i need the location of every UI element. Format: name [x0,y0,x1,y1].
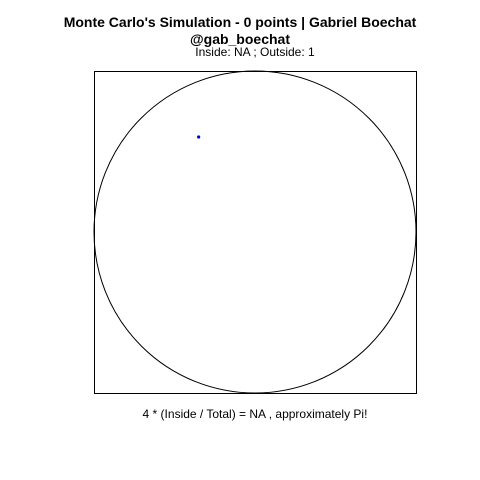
points-layer [197,135,201,139]
data-point [197,135,201,139]
plot-circle [93,70,417,394]
plot-square [94,71,417,394]
chart-footer: 4 * (Inside / Total) = NA , approximatel… [142,407,368,421]
